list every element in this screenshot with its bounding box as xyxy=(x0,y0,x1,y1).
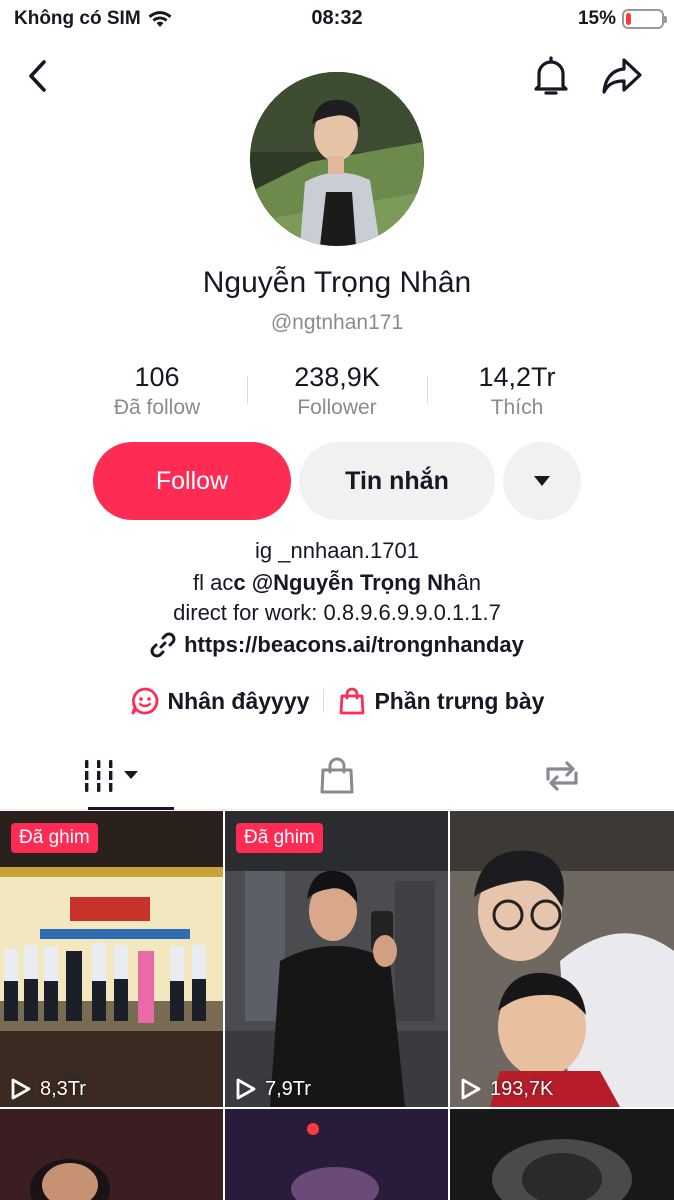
video-thumbnail[interactable] xyxy=(450,1109,674,1200)
chip-nhan-day-label: Nhân đâyyyy xyxy=(167,687,310,714)
status-bar: Không có SIM 08:32 15% xyxy=(0,0,674,40)
stat-followers-label: Follower xyxy=(297,396,377,419)
bio-line-follow-account: fl acc @Nguyễn Trọng Nhân xyxy=(0,570,674,596)
share-arrow-icon xyxy=(602,58,642,94)
video-thumbnail[interactable]: Đã ghim 8,3Tr xyxy=(0,811,223,1107)
bio-link[interactable]: https://beacons.ai/trongnhanday xyxy=(0,632,674,658)
profile-handle: @ngtnhan171 xyxy=(270,311,404,334)
video-thumbnail-image xyxy=(0,811,223,1107)
battery-fill xyxy=(626,13,631,25)
shopping-bag-icon xyxy=(340,687,365,715)
bell-icon xyxy=(534,56,568,95)
view-count: 193,7K xyxy=(460,1077,553,1101)
clock: 08:32 xyxy=(311,7,363,29)
video-thumbnail-image xyxy=(450,811,674,1107)
suggested-accounts-button[interactable] xyxy=(503,442,581,520)
profile-name: Nguyễn Trọng Nhân xyxy=(202,266,472,299)
battery-icon xyxy=(622,9,667,29)
chip-showcase[interactable]: Phần trưng bày xyxy=(324,686,558,716)
smile-icon xyxy=(131,687,158,715)
video-thumbnail-image xyxy=(225,811,448,1107)
pinned-badge: Đã ghim xyxy=(236,823,323,853)
bio-line2-prefix: fl ac xyxy=(193,570,234,595)
chip-nhan-day[interactable]: Nhân đâyyyy xyxy=(116,686,324,716)
video-thumbnail[interactable]: 193,7K xyxy=(450,811,674,1107)
bio-line-instagram: ig _nnhaan.1701 xyxy=(255,538,419,563)
bio-line2-suffix: ân xyxy=(456,570,481,595)
video-thumbnail[interactable]: Đã ghim 7,9Tr xyxy=(225,811,448,1107)
video-thumbnail-image xyxy=(450,1109,674,1200)
shop-bag-icon xyxy=(320,757,354,793)
content-tabs xyxy=(0,742,674,810)
video-thumbnail-image xyxy=(0,1109,223,1200)
bio-link-text: https://beacons.ai/trongnhanday xyxy=(184,632,524,657)
stat-likes-value: 14,2Tr xyxy=(478,362,556,392)
pinned-badge: Đã ghim xyxy=(11,823,98,853)
back-button[interactable] xyxy=(14,52,62,100)
video-thumbnail-image xyxy=(225,1109,448,1200)
video-thumbnail[interactable] xyxy=(225,1109,448,1200)
view-count: 7,9Tr xyxy=(235,1077,311,1101)
view-count: 8,3Tr xyxy=(10,1077,86,1101)
notification-button[interactable] xyxy=(527,52,575,100)
profile-stats: 106 Đã follow 238,9K Follower 14,2Tr Thí… xyxy=(67,360,607,426)
stat-likes[interactable]: 14,2Tr Thích xyxy=(427,360,607,426)
play-icon xyxy=(11,1078,31,1100)
bio-line-contact: direct for work: 0.8.9.6.9.9.0.1.1.7 xyxy=(173,600,501,625)
avatar[interactable] xyxy=(250,72,424,246)
play-icon xyxy=(236,1078,256,1100)
videos-grid-icon xyxy=(82,759,139,792)
stat-following[interactable]: 106 Đã follow xyxy=(67,360,247,426)
stat-followers[interactable]: 238,9K Follower xyxy=(247,360,427,426)
view-count-value: 7,9Tr xyxy=(265,1077,311,1100)
bio-line2-mention[interactable]: c @Nguyễn Trọng Nh xyxy=(233,570,456,595)
avatar-photo xyxy=(250,72,424,246)
profile-chips: Nhân đâyyyy Phần trưng bày xyxy=(0,686,674,716)
stat-following-value: 106 xyxy=(134,362,180,392)
share-button[interactable] xyxy=(598,52,646,100)
chevron-left-icon xyxy=(29,60,46,92)
view-count-value: 8,3Tr xyxy=(40,1077,86,1100)
follow-button[interactable]: Follow xyxy=(93,442,291,520)
battery-percent: 15% xyxy=(577,8,616,29)
link-icon xyxy=(150,632,176,658)
battery-indicator: 15% xyxy=(577,8,667,30)
video-thumbnail[interactable] xyxy=(0,1109,223,1200)
tab-videos[interactable] xyxy=(0,742,225,810)
chip-showcase-label: Phần trưng bày xyxy=(374,687,545,714)
video-grid: Đã ghim 8,3Tr Đã ghim 7,9Tr 193,7K xyxy=(0,811,674,1200)
tab-reposts[interactable] xyxy=(449,742,674,809)
stat-followers-value: 238,9K xyxy=(294,362,380,392)
repost-icon xyxy=(546,760,578,791)
caret-down-icon xyxy=(534,476,550,486)
message-button[interactable]: Tin nhắn xyxy=(299,442,495,520)
view-count-value: 193,7K xyxy=(490,1077,554,1100)
tab-shop[interactable] xyxy=(225,742,450,809)
stat-likes-label: Thích xyxy=(490,396,544,419)
stat-following-label: Đã follow xyxy=(113,396,201,419)
play-icon xyxy=(461,1078,481,1100)
